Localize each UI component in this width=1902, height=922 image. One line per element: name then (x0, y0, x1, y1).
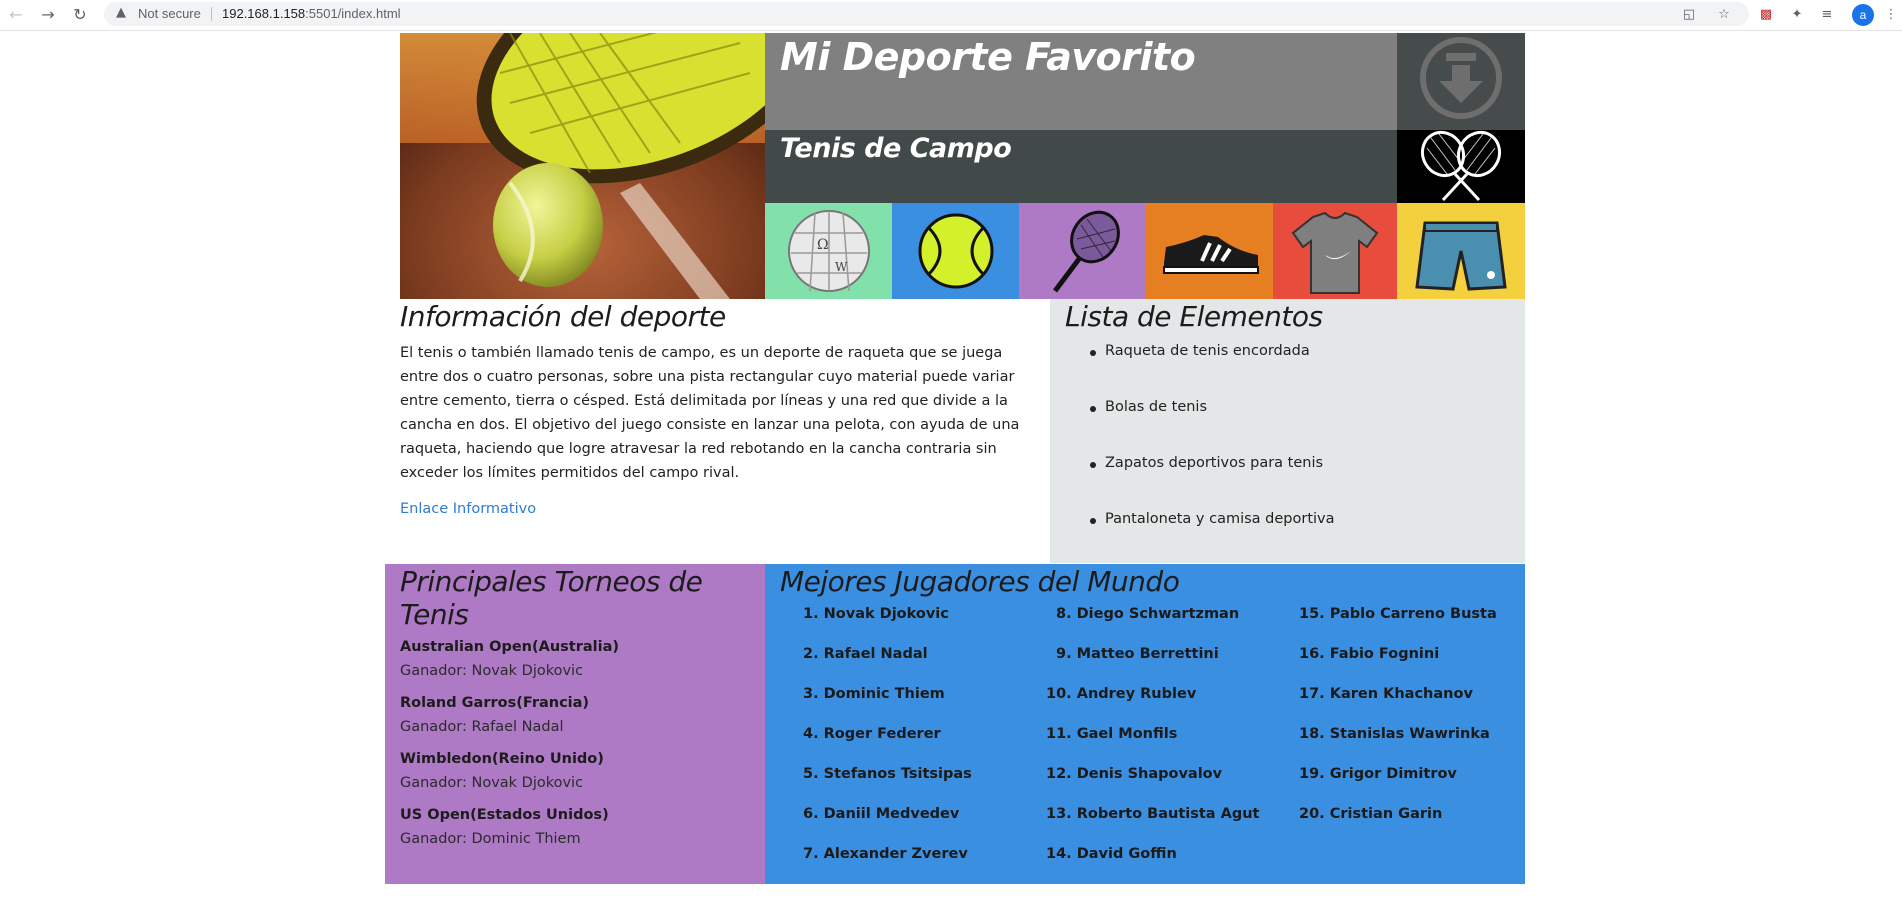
player-item: 20. Cristian Garin (1299, 806, 1443, 822)
shoe-tile[interactable] (1146, 203, 1273, 299)
info-paragraph: El tenis o también llamado tenis de camp… (400, 345, 1020, 481)
player-item: 3. Dominic Thiem (803, 686, 945, 702)
tshirt-icon (1291, 211, 1379, 294)
page-title: Mi Deporte Favorito (780, 35, 1196, 79)
crossed-rackets-icon (1420, 130, 1502, 202)
tournament-winner: Ganador: Dominic Thiem (400, 831, 581, 847)
extensions-icon[interactable]: ✦ (1788, 6, 1806, 24)
reload-icon[interactable]: ↻ (70, 5, 90, 25)
player-item: 19. Grigor Dimitrov (1299, 766, 1457, 782)
player-item: 17. Karen Khachanov (1299, 686, 1473, 702)
tennis-ball-icon (918, 213, 994, 289)
tournament-name: Wimbledon(Reino Unido) (400, 751, 604, 767)
tournament-winner: Ganador: Novak Djokovic (400, 775, 584, 791)
tournament-name: US Open(Estados Unidos) (400, 807, 609, 823)
download-circle-icon (1420, 37, 1502, 119)
tournament-name: Australian Open(Australia) (400, 639, 620, 655)
crossed-rackets-box (1397, 130, 1525, 203)
url-path: :5501/index.html (305, 6, 401, 21)
svg-text:W: W (835, 260, 848, 274)
player-item: 10. Andrey Rublev (1046, 686, 1197, 702)
shirt-tile[interactable] (1273, 203, 1397, 299)
players-heading: Mejores Jugadores del Mundo (780, 565, 1180, 598)
divider (211, 7, 212, 21)
tournament-item: Australian Open(Australia) Ganador: Novak… (400, 639, 619, 679)
page-subtitle: Tenis de Campo (780, 133, 1012, 164)
player-item: 8. Diego Schwartzman (1056, 606, 1240, 622)
player-item: 2. Rafael Nadal (803, 646, 928, 662)
tournaments-heading: Principales Torneos de Tenis (400, 565, 703, 631)
lista-heading: Lista de Elementos (1065, 300, 1323, 333)
tournament-item: Wimbledon(Reino Unido) Ganador: Novak Djo… (400, 751, 604, 791)
elements-list: Raqueta de tenis encordada Bolas de teni… (1090, 343, 1335, 567)
translate-icon[interactable]: ◱ (1680, 6, 1698, 24)
menu-kebab-icon[interactable]: ⋮ (1882, 6, 1900, 24)
reading-list-icon[interactable]: ≡ (1818, 6, 1836, 24)
player-item: 9. Matteo Berrettini (1056, 646, 1219, 662)
url-text[interactable]: 192.168.1.158:5501/index.html (222, 6, 401, 21)
tournament-name: Roland Garros(Francia) (400, 695, 590, 711)
title-banner: Mi Deporte Favorito (765, 33, 1397, 130)
subtitle-banner: Tenis de Campo (765, 130, 1397, 203)
tournaments-section: Principales Torneos de Tenis Australian … (385, 564, 765, 884)
tournament-item: US Open(Estados Unidos) Ganador: Dominic … (400, 807, 609, 847)
browser-toolbar: ← → ↻ ▲ Not secure 192.168.1.158:5501/in… (0, 0, 1902, 31)
player-item: 14. David Goffin (1046, 846, 1177, 862)
tournament-winner: Ganador: Rafael Nadal (400, 719, 564, 735)
player-item: 15. Pablo Carreno Busta (1299, 606, 1497, 622)
list-item: Raqueta de tenis encordada (1090, 343, 1335, 399)
back-icon[interactable]: ← (6, 5, 26, 25)
tennis-ball-tile[interactable] (892, 203, 1019, 299)
tournament-winner: Ganador: Novak Djokovic (400, 663, 584, 679)
shorts-icon (1415, 221, 1507, 291)
bookmark-star-icon[interactable]: ☆ (1715, 6, 1733, 24)
hero-tennis-image (400, 33, 765, 299)
list-item: Pantaloneta y camisa deportiva (1090, 511, 1335, 567)
wikipedia-globe-icon: Ω W (788, 210, 870, 292)
racket-tile[interactable] (1019, 203, 1146, 299)
player-item: 4. Roger Federer (803, 726, 941, 742)
tournament-item: Roland Garros(Francia) Ganador: Rafael Na… (400, 695, 589, 735)
info-heading: Información del deporte (400, 300, 726, 333)
download-icon-box[interactable] (1397, 33, 1525, 130)
player-item: 18. Stanislas Wawrinka (1299, 726, 1490, 742)
player-item: 7. Alexander Zverev (803, 846, 968, 862)
warning-icon: ▲ (116, 5, 126, 20)
security-label: Not secure (138, 6, 201, 21)
wikipedia-tile[interactable]: Ω W (765, 203, 892, 299)
address-bar[interactable]: ▲ Not secure 192.168.1.158:5501/index.ht… (104, 2, 1749, 26)
pdf-extension-icon[interactable]: ▩ (1757, 6, 1775, 24)
player-item: 1. Novak Djokovic (803, 606, 949, 622)
racket-icon (1053, 210, 1120, 293)
shorts-tile[interactable] (1397, 203, 1525, 299)
info-link[interactable]: Enlace Informativo (400, 501, 536, 517)
players-section: Mejores Jugadores del Mundo 1. Novak Djo… (765, 564, 1525, 884)
profile-avatar[interactable]: a (1852, 4, 1874, 26)
svg-text:Ω: Ω (817, 237, 829, 253)
player-item: 6. Daniil Medvedev (803, 806, 960, 822)
forward-icon[interactable]: → (38, 5, 58, 25)
player-item: 11. Gael Monfils (1046, 726, 1178, 742)
player-item: 12. Denis Shapovalov (1046, 766, 1223, 782)
player-item: 5. Stefanos Tsitsipas (803, 766, 972, 782)
player-item: 16. Fabio Fognini (1299, 646, 1440, 662)
url-host: 192.168.1.158 (222, 6, 306, 21)
sneaker-icon (1163, 235, 1259, 274)
player-item: 13. Roberto Bautista Agut (1046, 806, 1260, 822)
list-item: Zapatos deportivos para tenis (1090, 455, 1335, 511)
list-item: Bolas de tenis (1090, 399, 1335, 455)
elements-list-section: Lista de Elementos Raqueta de tenis enco… (1050, 299, 1525, 563)
